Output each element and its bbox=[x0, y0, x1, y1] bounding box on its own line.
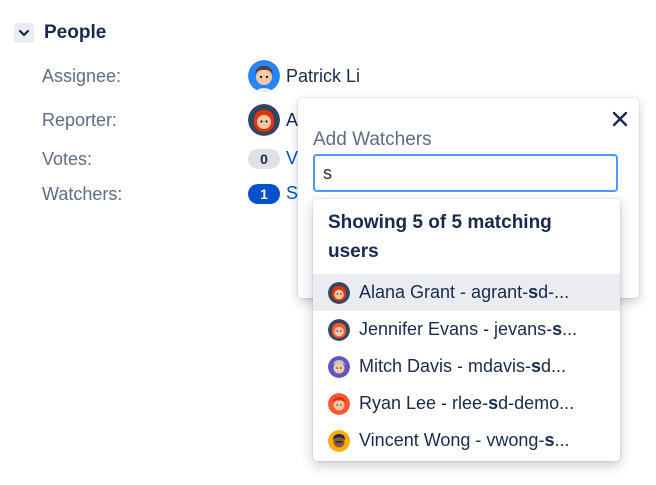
reporter-name[interactable]: A bbox=[286, 110, 298, 131]
results-heading: Showing 5 of 5 matching users bbox=[328, 212, 552, 262]
section-title: People bbox=[44, 22, 107, 43]
watchers-count-badge: 1 bbox=[248, 183, 280, 204]
people-section-header[interactable]: People bbox=[14, 22, 106, 44]
assignee-value[interactable]: Patrick Li bbox=[248, 60, 360, 92]
votes-value[interactable]: 0 V bbox=[248, 148, 298, 169]
avatar[interactable] bbox=[248, 60, 280, 92]
avatar bbox=[328, 318, 350, 341]
vote-link[interactable]: V bbox=[286, 148, 298, 169]
list-item[interactable]: Jennifer Evans - jevans-s... bbox=[313, 311, 620, 348]
chevron-down-icon[interactable] bbox=[14, 23, 34, 43]
avatar bbox=[328, 429, 350, 452]
list-item[interactable]: Ryan Lee - rlee-sd-demo... bbox=[313, 385, 620, 422]
avatar bbox=[328, 355, 350, 378]
votes-count-badge: 0 bbox=[248, 148, 280, 169]
assignee-name[interactable]: Patrick Li bbox=[286, 66, 360, 87]
watchers-label: Watchers: bbox=[42, 184, 123, 204]
reporter-label: Reporter: bbox=[42, 110, 118, 130]
avatar bbox=[328, 392, 350, 415]
list-item[interactable]: Mitch Davis - mdavis-sd... bbox=[313, 348, 620, 385]
votes-label: Votes: bbox=[42, 149, 93, 169]
close-icon[interactable] bbox=[609, 108, 631, 130]
list-item[interactable]: Alana Grant - agrant-sd-... bbox=[313, 274, 620, 311]
list-item[interactable]: Vincent Wong - vwong-s... bbox=[313, 422, 620, 459]
watchers-value[interactable]: 1 S bbox=[248, 183, 298, 204]
dialog-title: Add Watchers bbox=[313, 129, 432, 150]
avatar[interactable] bbox=[248, 104, 280, 136]
watch-link[interactable]: S bbox=[286, 183, 298, 204]
reporter-value[interactable]: A bbox=[248, 104, 298, 136]
search-input[interactable] bbox=[313, 154, 618, 192]
assignee-label: Assignee: bbox=[42, 66, 122, 86]
user-suggestions-dropdown: Showing 5 of 5 matching users Alana Gran… bbox=[313, 199, 620, 461]
avatar bbox=[328, 281, 350, 304]
